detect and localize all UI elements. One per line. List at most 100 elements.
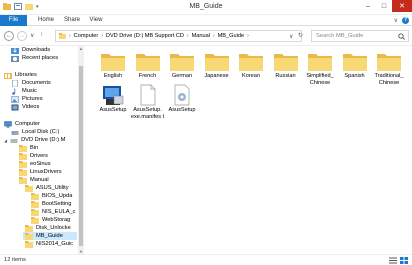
folder-label: Traditional_ Chinese	[374, 73, 404, 86]
folder-icon	[377, 54, 401, 71]
folder-icon	[170, 54, 194, 71]
sidebar-item-label: BIOS_Upda	[42, 193, 73, 199]
address-bar[interactable]: › Computer › DVD Drive (D:) MB Support C…	[55, 30, 302, 42]
maximize-button[interactable]: □	[376, 0, 392, 12]
sidebar-item-label: ASUS_Utility	[36, 185, 69, 191]
sidebar-item-mb-guide[interactable]: MB_Guide	[23, 232, 77, 240]
address-history-icon[interactable]: ∨	[289, 33, 293, 40]
manifest-file-icon	[140, 84, 155, 106]
tab-file[interactable]: File	[0, 15, 27, 26]
folder-label: Russian	[275, 73, 296, 79]
sidebar-item-bin[interactable]: Bin	[19, 144, 38, 152]
folder-item[interactable]: Spanish	[337, 50, 373, 80]
breadcrumb-separator: ›	[212, 33, 215, 39]
folder-icon	[59, 33, 66, 39]
sidebar-item-label: eoSinus	[30, 161, 51, 167]
sidebar-item-documents[interactable]: Documents	[11, 79, 51, 87]
forward-button[interactable]: →	[17, 31, 27, 41]
sidebar-item-linuxdrivers[interactable]: LinuxDrivers	[19, 168, 62, 176]
dvd-drive-icon	[10, 138, 18, 143]
sidebar-item-asus-utility[interactable]: ASUS_Utility	[25, 184, 69, 192]
sidebar-item-eosinus[interactable]: eoSinus	[19, 160, 51, 168]
sidebar-item-label: Videos	[22, 104, 40, 110]
sidebar-item-label: NIS_EULA_c	[42, 209, 76, 215]
item-count: 12 items	[4, 257, 26, 263]
folder-item[interactable]: Japanese	[199, 50, 235, 80]
file-item[interactable]: AsusSetup. exe.manifes t	[130, 84, 166, 120]
folder-icon	[25, 232, 33, 240]
sidebar-item-label: Drivers	[30, 153, 49, 159]
breadcrumb-mb-guide[interactable]: MB_Guide	[218, 33, 244, 39]
breadcrumb-computer[interactable]: Computer	[74, 33, 99, 39]
breadcrumb-manual[interactable]: Manual	[192, 33, 210, 39]
window-title: MB_Guide	[189, 3, 223, 10]
recent-locations-icon[interactable]: ∨	[30, 32, 34, 39]
local-disk-icon	[11, 130, 19, 135]
search-icon[interactable]	[398, 33, 405, 40]
folder-label: German	[171, 73, 193, 79]
sidebar-item-computer[interactable]: Computer	[4, 120, 40, 128]
sidebar-item-label: Libraries	[15, 72, 37, 78]
navigation-bar: ← → ∨ ↑ › Computer › DVD Drive (D:) MB S…	[0, 26, 412, 46]
sidebar-item-disk-unlocker[interactable]: Disk_Unlocke	[25, 224, 71, 232]
expand-ribbon-icon[interactable]: ∨	[394, 17, 398, 24]
folder-item[interactable]: Russian	[268, 50, 304, 80]
folder-item[interactable]: Korean	[233, 50, 269, 80]
scrollbar-thumb[interactable]	[79, 66, 83, 246]
scroll-up-icon[interactable]: ▲	[78, 46, 84, 51]
folder-item[interactable]: French	[130, 50, 166, 80]
navigation-pane: Downloads Recent places Libraries Docume…	[0, 46, 77, 254]
sidebar-item-nis-eula[interactable]: NIS_EULA_c	[31, 208, 76, 216]
sidebar-item-label: NIS2014_Guic	[36, 241, 73, 247]
folder-item[interactable]: German	[164, 50, 200, 80]
sidebar-item-label: Music	[22, 88, 37, 94]
folder-icon	[31, 216, 39, 224]
recent-places-icon	[11, 55, 19, 62]
sidebar-item-recent-places[interactable]: Recent places	[11, 54, 58, 62]
sidebar-item-webstorage[interactable]: WebStorag	[31, 216, 70, 224]
sidebar-item-bootsetting[interactable]: BootSetting	[31, 200, 71, 208]
folder-item[interactable]: Simplified_ Chinese	[302, 50, 338, 86]
folder-label: Spanish	[344, 73, 365, 79]
back-button[interactable]: ←	[4, 31, 14, 41]
folder-item[interactable]: English	[95, 50, 131, 80]
sidebar-item-label: Documents	[22, 80, 51, 86]
help-icon[interactable]: ?	[402, 17, 409, 24]
sidebar-item-manual[interactable]: Manual	[19, 176, 49, 184]
folder-item[interactable]: Traditional_ Chinese	[371, 50, 407, 86]
minimize-button[interactable]: –	[360, 0, 376, 12]
search-input[interactable]: Search MB_Guide	[311, 30, 409, 42]
sidebar-item-drivers[interactable]: Drivers	[19, 152, 48, 160]
sidebar-item-libraries[interactable]: Libraries	[4, 71, 37, 79]
folder-icon	[273, 54, 298, 71]
up-button[interactable]: ↑	[40, 32, 43, 38]
sidebar-item-label: Recent places	[22, 55, 59, 61]
close-button[interactable]: ✕	[392, 0, 412, 12]
tab-home[interactable]: Home	[35, 15, 57, 26]
sidebar-item-pictures[interactable]: Pictures	[11, 95, 43, 103]
sidebar-item-dvd-drive[interactable]: ◢ DVD Drive (D:) M	[4, 136, 65, 144]
title-bar: ▾ MB_Guide – □ ✕	[0, 0, 412, 15]
tab-share[interactable]: Share	[61, 15, 83, 26]
file-label: AsusSetup	[168, 107, 196, 113]
sidebar-item-videos[interactable]: Videos	[11, 103, 39, 111]
tab-view[interactable]: View	[86, 15, 106, 26]
breadcrumb-dvd-drive[interactable]: DVD Drive (D:) MB Support CD	[106, 33, 184, 39]
large-icons-view-icon[interactable]	[400, 257, 408, 264]
details-view-icon[interactable]	[389, 257, 397, 264]
search-placeholder: Search MB_Guide	[316, 33, 364, 39]
navigation-scrollbar[interactable]: ▲ ▼	[78, 46, 84, 254]
sidebar-item-label: MB_Guide	[36, 233, 63, 239]
ribbon: File Home Share View ∨ ?	[0, 15, 412, 26]
sidebar-item-label: BootSetting	[42, 201, 72, 207]
refresh-button[interactable]: ↻	[298, 32, 303, 39]
sidebar-item-bios-update[interactable]: BIOS_Upda	[31, 192, 72, 200]
file-item[interactable]: AsusSetup	[95, 84, 131, 114]
sidebar-item-nis2014-guide[interactable]: NIS2014_Guic	[25, 240, 73, 248]
sidebar-item-music[interactable]: Music	[11, 87, 37, 95]
sidebar-item-local-disk[interactable]: Local Disk (C:)	[11, 128, 59, 136]
expanded-chevron-icon[interactable]: ◢	[4, 138, 7, 143]
folder-label: English	[103, 73, 123, 79]
sidebar-item-downloads[interactable]: Downloads	[11, 46, 50, 54]
file-item[interactable]: AsusSetup	[164, 84, 200, 114]
